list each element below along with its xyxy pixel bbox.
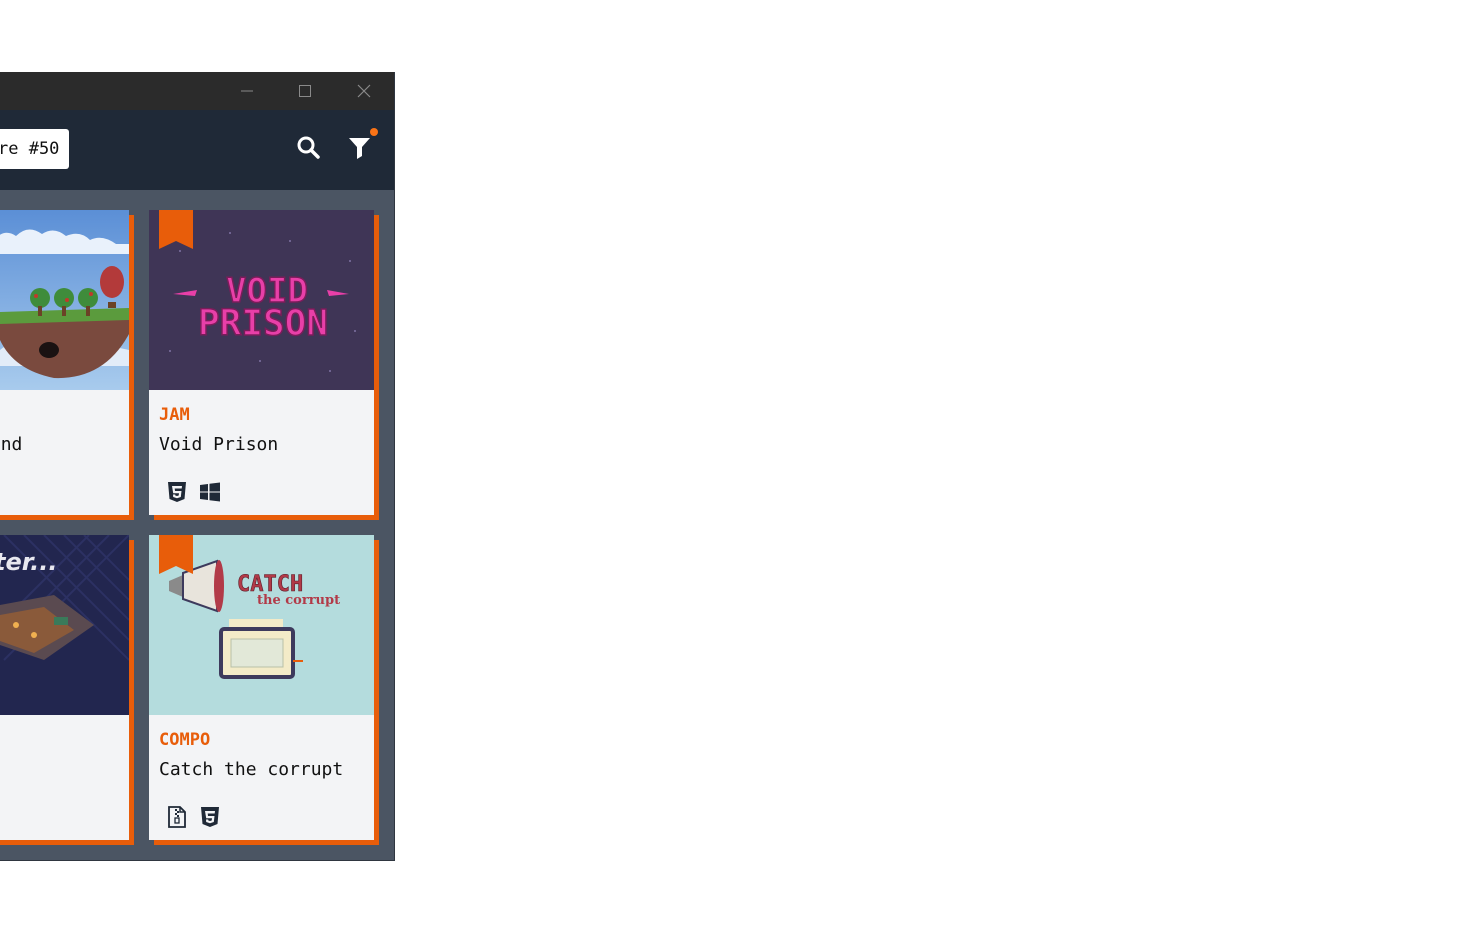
game-category: COMPO: [159, 730, 211, 750]
maximize-button[interactable]: [282, 76, 328, 106]
minimize-button[interactable]: [224, 76, 270, 106]
app-window: re #50 nd VOID PRISON JAM Void Prison te…: [0, 72, 395, 861]
html5-icon: [168, 482, 186, 502]
close-icon: [357, 84, 371, 98]
game-title: Void Prison: [159, 434, 279, 455]
svg-text:ter...: ter...: [0, 548, 58, 576]
minimize-icon: [241, 90, 253, 92]
filter-icon: [349, 138, 370, 159]
game-card[interactable]: CATCH the corrupt COMPO Catch the corrup…: [149, 535, 379, 845]
game-title: ind Island: [0, 434, 23, 455]
game-title: Catch the corrupt: [159, 759, 344, 780]
games-grid: ind Island: [0, 190, 394, 860]
card-body: ter...: [0, 535, 129, 840]
game-card[interactable]: ind Island: [0, 210, 134, 520]
app-header: re #50: [0, 110, 394, 190]
bookmark-ribbon-icon: [159, 210, 193, 249]
html5-icon: [201, 807, 219, 827]
filter-active-dot: [370, 128, 378, 136]
windows-icon: [200, 482, 220, 502]
svg-text:the corrupt: the corrupt: [257, 593, 340, 608]
zip-file-icon: [168, 806, 186, 828]
game-thumbnail: ter...: [0, 535, 129, 715]
maximize-icon: [299, 85, 311, 97]
search-icon: [297, 136, 320, 159]
title-bar: [0, 72, 394, 110]
game-thumbnail: [0, 210, 129, 390]
game-card[interactable]: VOID PRISON JAM Void Prison: [149, 210, 379, 520]
bookmark-ribbon-icon: [159, 535, 193, 574]
close-button[interactable]: [341, 76, 387, 106]
search-button[interactable]: [295, 134, 323, 162]
card-body: VOID PRISON JAM Void Prison: [149, 210, 374, 515]
svg-text:PRISON: PRISON: [198, 303, 328, 344]
card-body: CATCH the corrupt COMPO Catch the corrup…: [149, 535, 374, 840]
game-category: JAM: [159, 405, 190, 425]
search-query-chip[interactable]: re #50: [0, 129, 70, 169]
card-body: ind Island: [0, 210, 129, 515]
filter-button[interactable]: [346, 128, 378, 162]
game-card[interactable]: ter...: [0, 535, 134, 845]
